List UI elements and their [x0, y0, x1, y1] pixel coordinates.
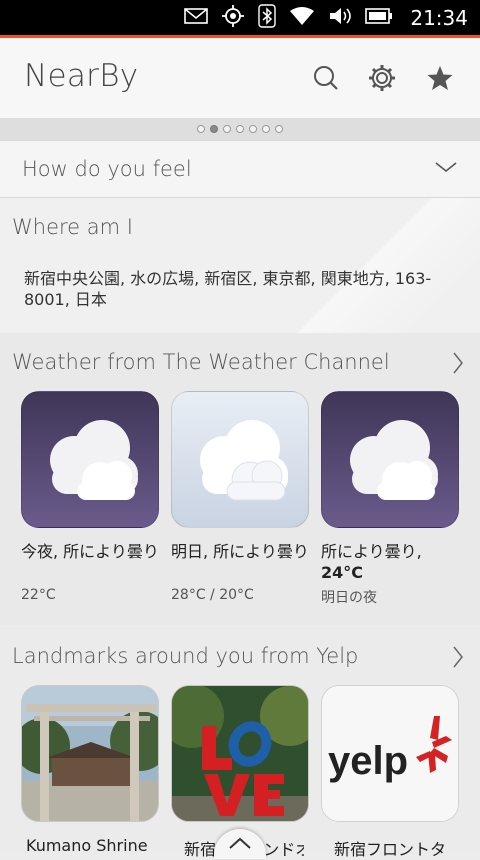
weather-card-title-temp: 24°C — [321, 563, 364, 582]
settings-icon[interactable] — [368, 64, 396, 92]
weather-tile-tomorrow[interactable] — [171, 391, 309, 528]
status-bar: 21:34 — [0, 0, 480, 35]
weather-card-temp: 22°C — [21, 587, 56, 603]
background-decoration — [280, 198, 480, 333]
landmark-photo-love-sculpture[interactable] — [171, 685, 309, 822]
page-dot[interactable] — [223, 125, 231, 133]
volume-icon — [328, 6, 352, 30]
weather-card-title: 所により曇り, 24°C — [321, 541, 461, 583]
feel-dropdown[interactable]: How do you feel — [0, 140, 480, 198]
chevron-right-icon[interactable] — [452, 351, 464, 379]
weather-tile-tomorrow-night[interactable] — [321, 391, 459, 528]
message-icon — [184, 7, 209, 29]
search-icon[interactable] — [312, 64, 340, 92]
page-dot[interactable] — [236, 125, 244, 133]
landmark-photo-shrine[interactable] — [21, 685, 159, 822]
landmarks-section: Landmarks around you from Yelp yelp — [0, 627, 480, 853]
weather-card-title: 今夜, 所により曇り — [21, 542, 159, 561]
page-dot[interactable] — [210, 125, 218, 133]
chevron-down-icon[interactable] — [434, 159, 458, 179]
weather-tile-tonight[interactable] — [21, 391, 159, 528]
bluetooth-icon — [258, 3, 277, 32]
weather-card-period: 明日の夜 — [321, 590, 377, 606]
page-dot[interactable] — [249, 125, 257, 133]
address-text: 新宿中央公園, 水の広場, 新宿区, 東京都, 関東地方, 163-8001, … — [24, 269, 432, 309]
cloud-icon — [200, 420, 288, 501]
svg-text:yelp: yelp — [328, 739, 408, 783]
app-title: NearBy — [24, 58, 139, 94]
cloud-icon — [350, 420, 438, 500]
weather-card-title-text: 所により曇り, — [321, 542, 422, 561]
page-indicator[interactable] — [0, 118, 480, 140]
yelp-logo[interactable]: yelp — [321, 685, 459, 822]
chevron-up-icon — [229, 837, 251, 849]
landmarks-section-title: Landmarks around you from Yelp — [12, 644, 359, 668]
where-label: Where am I — [12, 215, 133, 239]
app-header: NearBy — [0, 38, 480, 118]
favorite-star-icon[interactable] — [426, 64, 454, 92]
landmark-name: 新宿フロントタ — [334, 840, 447, 859]
clock: 21:34 — [410, 5, 468, 30]
feel-label: How do you feel — [22, 157, 192, 181]
weather-section-title: Weather from The Weather Channel — [12, 350, 390, 374]
battery-icon — [365, 7, 393, 29]
page-dot[interactable] — [275, 125, 283, 133]
location-icon — [221, 4, 245, 32]
chevron-right-icon[interactable] — [452, 645, 464, 673]
weather-card-temp: 28°C / 20°C — [171, 587, 254, 603]
page-dot[interactable] — [262, 125, 270, 133]
where-am-i-section: Where am I 新宿中央公園, 水の広場, 新宿区, 東京都, 関東地方,… — [0, 198, 480, 333]
weather-card-title: 明日, 所により曇り — [171, 542, 309, 561]
cloud-icon — [50, 420, 138, 500]
wifi-icon — [289, 6, 315, 30]
weather-section: Weather from The Weather Channel 今夜, 所によ… — [0, 333, 480, 625]
page-dot[interactable] — [197, 125, 205, 133]
landmark-name: Kumano Shrine — [26, 836, 148, 855]
